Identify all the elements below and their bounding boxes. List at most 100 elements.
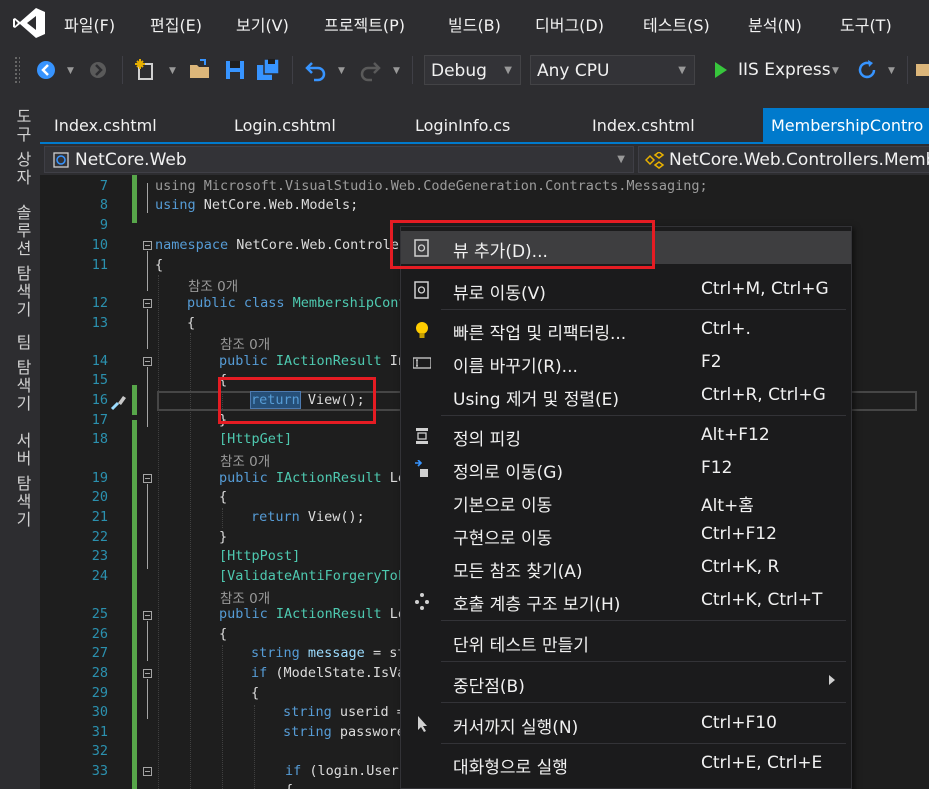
reference-count[interactable]: 참조 0개 [220, 450, 270, 470]
refresh-dropdown-icon[interactable]: ▼ [888, 66, 895, 76]
menu-go-to-view[interactable]: 뷰로 이동(V) Ctrl+M, Ctrl+G [401, 273, 851, 306]
annotation-highlight-box [218, 377, 376, 424]
menu-create-unit-tests[interactable]: 단위 테스트 만들기 [401, 625, 851, 658]
new-project-icon[interactable] [134, 58, 158, 82]
save-icon[interactable] [223, 58, 247, 82]
menu-tools[interactable]: 도구(T) [840, 12, 892, 36]
menu-remove-sort-usings[interactable]: Using 제거 및 정렬(E) Ctrl+R, Ctrl+G [401, 379, 851, 412]
line-number: 17 [91, 412, 108, 428]
menu-quick-actions[interactable]: 빠른 작업 및 리팩터링... Ctrl+. [401, 313, 851, 346]
reference-count[interactable]: 참조 0개 [220, 333, 270, 353]
navigate-back-icon[interactable] [34, 58, 58, 82]
menu-test[interactable]: 테스트(S) [643, 12, 710, 36]
indent-guide [254, 705, 255, 789]
menu-bar: 파일(F) 편집(E) 보기(V) 프로젝트(P) 빌드(B) 디버그(D) 테… [0, 0, 929, 46]
menu-item-label: 정의로 이동(G) [453, 463, 564, 483]
menu-file[interactable]: 파일(F) [64, 12, 115, 36]
redo-dropdown-icon[interactable]: ▼ [393, 66, 400, 76]
back-dropdown-icon[interactable]: ▼ [67, 66, 74, 76]
chevron-down-icon: ▼ [617, 154, 625, 165]
tab-logininfo-cs[interactable]: LoginInfo.cs [415, 108, 510, 142]
side-tab-team-explorer[interactable]: 팀 탐색기 [10, 334, 34, 413]
menu-execute-interactive[interactable]: 대화형으로 실행 Ctrl+E, Ctrl+E [401, 747, 851, 780]
rename-icon [413, 357, 431, 369]
menu-rename[interactable]: 이름 바꾸기(R)... F2 [401, 346, 851, 379]
code-type: IActionResult [267, 470, 382, 486]
undo-icon[interactable] [304, 58, 328, 82]
menu-debug[interactable]: 디버그(D) [535, 12, 604, 36]
side-tab-solution-explorer[interactable]: 솔루션 탐색기 [10, 204, 34, 319]
change-indicator [132, 420, 137, 789]
reference-count[interactable]: 참조 0개 [188, 275, 238, 295]
line-number: 32 [91, 743, 108, 759]
menu-run-to-cursor[interactable]: 커서까지 실행(N) Ctrl+F10 [401, 707, 851, 740]
tab-index-cshtml[interactable]: Index.cshtml [54, 108, 157, 142]
publish-icon[interactable] [914, 58, 929, 82]
fold-toggle[interactable] [143, 241, 152, 250]
line-number: 20 [91, 489, 108, 505]
fold-toggle[interactable] [143, 767, 152, 776]
toolbar-grip[interactable] [14, 56, 20, 84]
save-all-icon[interactable] [256, 58, 280, 82]
class-icon [645, 152, 665, 169]
code-attribute: [ValidateAntiForgeryTok [219, 568, 406, 584]
solution-configuration-select[interactable]: Debug ▼ [424, 55, 521, 85]
code-line: string passwore [283, 724, 405, 740]
undo-dropdown-icon[interactable]: ▼ [338, 66, 345, 76]
line-number: 31 [91, 724, 108, 740]
fold-line [147, 484, 148, 569]
fold-toggle[interactable] [143, 299, 152, 308]
line-number: 24 [91, 568, 108, 584]
open-file-icon[interactable] [188, 58, 212, 82]
line-number: 11 [91, 257, 108, 273]
menu-breakpoint[interactable]: 중단점(B) [401, 666, 851, 699]
menu-project[interactable]: 프로젝트(P) [324, 12, 405, 36]
reference-count[interactable]: 참조 0개 [220, 587, 270, 607]
code-identifier: message [299, 645, 365, 661]
project-dropdown[interactable]: NetCore.Web ▼ [44, 146, 634, 173]
menu-build[interactable]: 빌드(B) [448, 12, 501, 36]
tab-membership-controller[interactable]: MembershipContro [763, 108, 929, 142]
code-type: MembershipCont [284, 295, 407, 311]
menu-go-to-definition[interactable]: 정의로 이동(G) F12 [401, 452, 851, 485]
navigate-forward-icon[interactable] [86, 58, 110, 82]
menu-find-all-references[interactable]: 모든 참조 찾기(A) Ctrl+K, R [401, 551, 851, 584]
run-target-dropdown-icon[interactable]: ▼ [832, 66, 839, 76]
visual-studio-logo-icon[interactable] [12, 7, 46, 39]
line-number: 9 [99, 217, 108, 233]
menu-edit[interactable]: 편집(E) [150, 12, 202, 36]
menu-item-shortcut: Ctrl+K, R [701, 557, 780, 577]
class-dropdown[interactable]: NetCore.Web.Controllers.Memb [638, 146, 929, 173]
fold-toggle[interactable] [143, 669, 152, 678]
new-dropdown-icon[interactable]: ▼ [169, 66, 176, 76]
refresh-browser-icon[interactable] [855, 58, 879, 82]
menu-item-label: 정의 피킹 [453, 430, 521, 450]
menu-item-label: 기본으로 이동 [453, 496, 553, 516]
menu-go-to-base[interactable]: 기본으로 이동 Alt+홈 [401, 485, 851, 518]
toolbar-separator [292, 56, 293, 84]
tab-index-cshtml-2[interactable]: Index.cshtml [592, 108, 695, 142]
quick-actions-screwdriver-icon[interactable] [110, 393, 128, 411]
menu-view-call-hierarchy[interactable]: 호출 계층 구조 보기(H) Ctrl+K, Ctrl+T [401, 584, 851, 617]
side-tab-toolbox[interactable]: 도구 상자 [10, 108, 34, 187]
start-debugging-icon[interactable] [708, 58, 732, 82]
fold-toggle[interactable] [143, 357, 152, 366]
menu-go-to-implementation[interactable]: 구현으로 이동 Ctrl+F12 [401, 518, 851, 551]
fold-toggle[interactable] [143, 474, 152, 483]
menu-analyze[interactable]: 분석(N) [748, 12, 802, 36]
code-text: NetCore.Web.Controle [228, 237, 399, 253]
menu-item-label: 이름 바꾸기(R)... [453, 357, 578, 377]
menu-view[interactable]: 보기(V) [236, 12, 289, 36]
code-keyword: namespace [155, 237, 229, 253]
solution-platform-select[interactable]: Any CPU ▼ [530, 55, 695, 85]
side-tab-server-explorer[interactable]: 서버 탐색기 [10, 432, 34, 529]
solution-platform-value: Any CPU [537, 61, 610, 81]
tab-login-cshtml[interactable]: Login.cshtml [234, 108, 336, 142]
fold-toggle[interactable] [143, 611, 152, 620]
redo-icon[interactable] [358, 58, 382, 82]
menu-peek-definition[interactable]: 정의 피킹 Alt+F12 [401, 419, 851, 452]
menu-separator [441, 620, 846, 621]
run-target-label[interactable]: IIS Express [738, 60, 831, 80]
menu-item-label: 구현으로 이동 [453, 529, 553, 549]
fold-line [147, 621, 148, 661]
